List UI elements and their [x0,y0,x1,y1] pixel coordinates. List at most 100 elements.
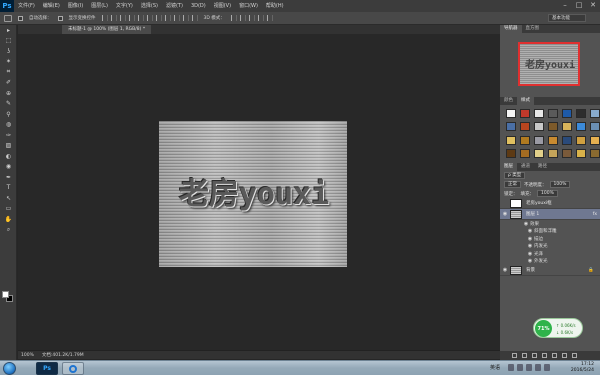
style-swatch[interactable] [562,148,572,158]
visibility-eye-icon[interactable]: ◉ [526,228,534,234]
layer-1[interactable]: ◉ 图层 1 fx [500,209,600,220]
zoom-tool-icon[interactable]: ⌕ [0,225,17,236]
3d-roll-icon[interactable] [239,15,246,21]
pen-tool-icon[interactable]: ✒ [0,172,17,183]
3d-drag-icon[interactable] [248,15,255,21]
shape-tool-icon[interactable]: ▭ [0,204,17,215]
distribute-hcenter-icon[interactable] [191,15,198,21]
workspace-select[interactable]: 基本功能 [548,14,586,22]
layer-text[interactable]: 老房youxi框 [500,198,600,209]
align-vcenter-icon[interactable] [110,15,117,21]
effects-header[interactable]: ◉ 效果 [500,220,600,228]
taskbar-clock[interactable]: 17:12 2016/5/24 [571,362,594,374]
brush-tool-icon[interactable]: ✎ [0,99,17,110]
menu-file[interactable]: 文件(F) [14,0,39,12]
style-swatch[interactable] [506,135,516,145]
style-swatch[interactable] [590,109,600,118]
align-right-icon[interactable] [146,15,153,21]
style-swatch[interactable] [576,109,586,118]
effect-item[interactable]: ◉ 斜面和浮雕 [500,228,600,236]
document-canvas[interactable]: 老房youxi [159,121,347,267]
add-mask-icon[interactable] [532,353,537,358]
effect-item[interactable]: ◉ 外发光 [500,258,600,266]
style-swatch[interactable] [548,109,558,118]
style-swatch[interactable] [520,135,530,145]
visibility-eye-icon[interactable]: ◉ [500,211,510,217]
close-button[interactable]: ✕ [588,1,598,10]
style-swatch[interactable] [520,148,530,158]
type-tool-icon[interactable]: T [0,183,17,194]
style-swatch[interactable] [506,122,516,132]
move-tool-preset-icon[interactable] [4,14,12,22]
tab-histogram[interactable]: 直方图 [522,25,544,33]
tab-paths[interactable]: 路径 [534,163,551,171]
volume-icon[interactable] [544,364,550,371]
style-swatch[interactable] [562,109,572,118]
layer-kind-filter[interactable]: ρ 类型 [504,172,526,179]
tab-layers[interactable]: 图层 [500,163,517,171]
photoshop-logo-icon[interactable]: Ps [0,0,14,12]
visibility-eye-icon[interactable]: ◉ [526,258,534,264]
align-hcenter-icon[interactable] [137,15,144,21]
lasso-tool-icon[interactable]: ʖ [0,46,17,57]
style-swatch[interactable] [590,148,600,158]
style-swatch[interactable] [534,148,544,158]
canvas-area[interactable]: 老房youxi [18,34,500,350]
gradient-tool-icon[interactable]: ▨ [0,141,17,152]
style-swatch[interactable] [548,135,558,145]
maximize-button[interactable]: □ [574,1,584,10]
effect-item[interactable]: ◉ 内发光 [500,243,600,251]
new-layer-icon[interactable] [562,353,567,358]
hand-tool-icon[interactable]: ✋ [0,214,17,225]
style-swatch[interactable] [520,109,530,118]
marquee-tool-icon[interactable]: ⬚ [0,36,17,47]
delete-layer-icon[interactable] [572,353,577,358]
path-select-tool-icon[interactable]: ↖ [0,193,17,204]
effect-item[interactable]: ◉ 光泽 [500,250,600,258]
menu-image[interactable]: 图像(I) [64,0,87,12]
style-swatch[interactable] [576,135,586,145]
visibility-eye-icon[interactable]: ◉ [526,243,534,249]
style-swatch[interactable] [548,148,558,158]
menu-select[interactable]: 选择(S) [137,0,162,12]
fx-badge[interactable]: fx [593,212,597,217]
style-swatch[interactable] [506,109,516,118]
style-swatch[interactable] [562,135,572,145]
fill-input[interactable]: 100% [537,190,558,197]
style-swatch[interactable] [506,148,516,158]
link-layers-icon[interactable] [512,353,517,358]
add-style-icon[interactable] [522,353,527,358]
menu-type[interactable]: 文字(Y) [112,0,137,12]
tray-icon-3[interactable] [526,364,532,371]
minimize-button[interactable]: – [560,1,570,10]
tab-color[interactable]: 颜色 [500,97,517,105]
opacity-input[interactable]: 100% [549,181,571,188]
menu-filter[interactable]: 滤镜(T) [162,0,187,12]
eyedropper-tool-icon[interactable]: ✐ [0,78,17,89]
foreground-color-swatch[interactable] [2,291,9,298]
align-bottom-icon[interactable] [119,15,126,21]
quick-select-tool-icon[interactable]: ✶ [0,57,17,68]
style-swatch[interactable] [534,122,544,132]
3d-slide-icon[interactable] [257,15,264,21]
crop-tool-icon[interactable]: ⌗ [0,67,17,78]
adjustment-layer-icon[interactable] [542,353,547,358]
tab-channels[interactable]: 通道 [517,163,534,171]
blend-mode-select[interactable]: 正常 [504,181,521,188]
layer-background[interactable]: ◉ 背景 🔒 [500,265,600,276]
style-swatch[interactable] [562,122,572,132]
tab-styles[interactable]: 样式 [517,97,534,105]
style-swatch[interactable] [520,122,530,132]
3d-rotate-icon[interactable] [230,15,237,21]
style-swatch[interactable] [534,109,544,118]
3d-scale-icon[interactable] [266,15,273,21]
menu-help[interactable]: 帮助(H) [262,0,288,12]
align-top-icon[interactable] [101,15,108,21]
distribute-vcenter-icon[interactable] [164,15,171,21]
menu-layer[interactable]: 图层(L) [87,0,112,12]
visibility-eye-icon[interactable]: ◉ [526,251,534,257]
effect-item[interactable]: ◉ 描边 [500,235,600,243]
style-swatch[interactable] [576,148,586,158]
auto-select-checkbox[interactable] [18,15,23,21]
menu-3d[interactable]: 3D(D) [187,0,210,12]
